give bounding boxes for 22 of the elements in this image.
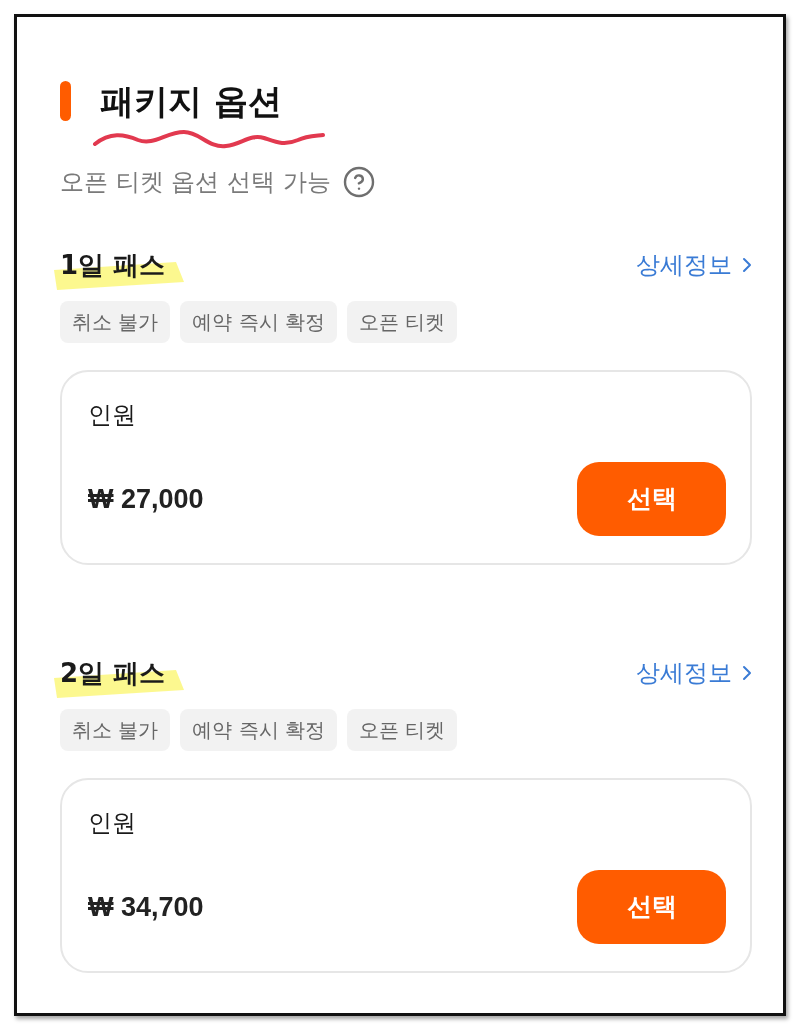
- price-text: ₩ 34,700: [88, 890, 204, 924]
- tag-chip: 예약 즉시 확정: [180, 301, 338, 343]
- detail-link[interactable]: 상세정보: [636, 657, 752, 689]
- detail-link[interactable]: 상세정보: [636, 249, 752, 281]
- package-name: 1일 패스: [60, 249, 166, 282]
- tag-chip: 취소 불가: [60, 301, 171, 343]
- select-button[interactable]: 선택: [577, 870, 726, 944]
- chevron-right-icon: [742, 257, 752, 273]
- price-text: ₩ 27,000: [88, 482, 204, 516]
- help-icon[interactable]: [342, 166, 375, 198]
- select-button[interactable]: 선택: [577, 462, 726, 536]
- option-label: 인원: [88, 808, 136, 838]
- chevron-right-icon: [742, 665, 752, 681]
- tag-chip: 오픈 티켓: [347, 301, 458, 343]
- tag-chip: 취소 불가: [60, 709, 171, 751]
- tag-chip: 오픈 티켓: [347, 709, 458, 751]
- tag-chip: 예약 즉시 확정: [180, 709, 338, 751]
- accent-bar-icon: [60, 81, 71, 121]
- option-label: 인원: [88, 400, 136, 430]
- subtitle: 오픈 티켓 옵션 선택 가능: [60, 167, 331, 198]
- package-name: 2일 패스: [60, 657, 166, 690]
- section-title: 패키지 옵션: [100, 80, 282, 122]
